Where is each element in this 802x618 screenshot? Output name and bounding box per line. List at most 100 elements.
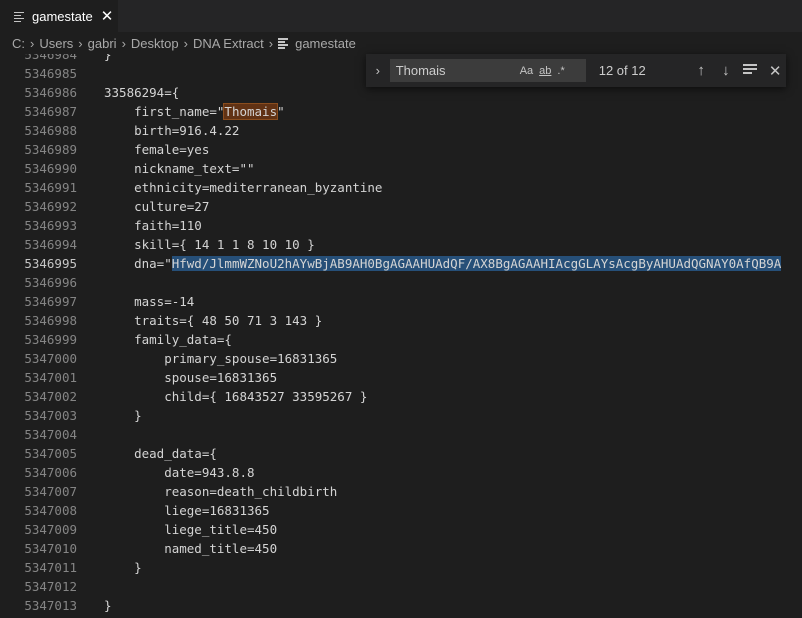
code-line[interactable]: 5347008 liege=16831365 xyxy=(0,501,802,520)
code-line[interactable]: 5346999 family_data={ xyxy=(0,330,802,349)
code-line[interactable]: 5347006 date=943.8.8 xyxy=(0,463,802,482)
code-line[interactable]: 5347002 child={ 16843527 33595267 } xyxy=(0,387,802,406)
code-segment: nickname_text="" xyxy=(104,161,255,176)
find-in-selection-icon[interactable] xyxy=(740,62,762,79)
code-text: reason=death_childbirth xyxy=(104,482,337,501)
arrow-up-icon[interactable]: ↑ xyxy=(690,62,712,79)
code-text: faith=110 xyxy=(104,216,202,235)
line-number: 5346998 xyxy=(24,313,77,328)
code-segment: } xyxy=(104,408,142,423)
code-line[interactable]: 5346995 dna="Hfwd/JlmmWZNoU2hAYwBjAB9AH0… xyxy=(0,254,802,273)
find-input[interactable] xyxy=(395,63,514,78)
code-line[interactable]: 5346990 nickname_text="" xyxy=(0,159,802,178)
breadcrumb-item-gabri[interactable]: gabri xyxy=(88,36,117,51)
tab-bar: gamestate ✕ xyxy=(0,0,802,32)
breadcrumb: C: › Users › gabri › Desktop › DNA Extra… xyxy=(0,32,802,54)
code-line[interactable]: 5346991 ethnicity=mediterranean_byzantin… xyxy=(0,178,802,197)
line-number: 5346994 xyxy=(24,237,77,252)
code-text: } xyxy=(104,558,142,577)
code-segment: skill={ 14 1 1 8 10 10 } xyxy=(104,237,315,252)
code-text: named_title=450 xyxy=(104,539,277,558)
code-line[interactable]: 5346994 skill={ 14 1 1 8 10 10 } xyxy=(0,235,802,254)
tab-gamestate[interactable]: gamestate ✕ xyxy=(0,0,118,32)
code-line[interactable]: 5347001 spouse=16831365 xyxy=(0,368,802,387)
line-number: 5347011 xyxy=(24,560,77,575)
regex-icon[interactable]: .* xyxy=(557,65,564,77)
code-text: } xyxy=(104,54,112,64)
code-text: } xyxy=(104,596,112,615)
line-number: 5346992 xyxy=(24,199,77,214)
code-line[interactable]: 5346993 faith=110 xyxy=(0,216,802,235)
file-lines-icon xyxy=(278,37,290,49)
code-segment: first_name=" xyxy=(104,104,225,119)
line-number: 5347007 xyxy=(24,484,77,499)
code-line[interactable]: 5347009 liege_title=450 xyxy=(0,520,802,539)
code-text: child={ 16843527 33595267 } xyxy=(104,387,367,406)
code-line[interactable]: 5347013} xyxy=(0,596,802,615)
code-segment: dna=" xyxy=(104,256,172,271)
line-number: 5346995 xyxy=(24,256,77,271)
line-number: 5346993 xyxy=(24,218,77,233)
code-segment: liege=16831365 xyxy=(104,503,270,518)
code-line[interactable]: 5347004 xyxy=(0,425,802,444)
code-line[interactable]: 5347003 } xyxy=(0,406,802,425)
line-number: 5347001 xyxy=(24,370,77,385)
code-line[interactable]: 5347012 xyxy=(0,577,802,596)
line-number: 5347009 xyxy=(24,522,77,537)
close-icon[interactable]: ✕ xyxy=(764,62,786,80)
breadcrumb-item-dna-extract[interactable]: DNA Extract xyxy=(193,36,264,51)
code-line[interactable]: 5347005 dead_data={ xyxy=(0,444,802,463)
search-match-highlight: Thomais xyxy=(223,103,279,120)
chevron-right-icon[interactable]: › xyxy=(368,63,388,78)
code-segment: culture=27 xyxy=(104,199,210,214)
breadcrumb-item-file[interactable]: gamestate xyxy=(295,36,356,51)
code-segment: faith=110 xyxy=(104,218,202,233)
arrow-down-icon[interactable]: ↓ xyxy=(715,62,737,79)
breadcrumb-item-users[interactable]: Users xyxy=(39,36,73,51)
code-text: traits={ 48 50 71 3 143 } xyxy=(104,311,322,330)
code-text: skill={ 14 1 1 8 10 10 } xyxy=(104,235,315,254)
code-line[interactable]: 5346988 birth=916.4.22 xyxy=(0,121,802,140)
line-number: 5347000 xyxy=(24,351,77,366)
code-text: spouse=16831365 xyxy=(104,368,277,387)
code-text: family_data={ xyxy=(104,330,232,349)
code-line[interactable]: 5347011 } xyxy=(0,558,802,577)
whole-word-icon[interactable]: ab xyxy=(539,65,551,77)
code-line[interactable]: 5347007 reason=death_childbirth xyxy=(0,482,802,501)
code-text: female=yes xyxy=(104,140,209,159)
find-input-box: Aa ab .* xyxy=(389,59,586,82)
code-line[interactable]: 5347010 named_title=450 xyxy=(0,539,802,558)
line-number: 5347008 xyxy=(24,503,77,518)
line-number: 5346997 xyxy=(24,294,77,309)
editor[interactable]: 5346984} 5346985 5346986 33586294={5346987 … xyxy=(0,54,802,618)
code-segment: spouse=16831365 xyxy=(104,370,278,385)
code-segment: liege_title=450 xyxy=(104,522,278,537)
code-line[interactable]: 5346996 xyxy=(0,273,802,292)
code-segment: family_data={ xyxy=(104,332,232,347)
close-tab-icon[interactable]: ✕ xyxy=(101,9,114,24)
code-segment: reason=death_childbirth xyxy=(104,484,338,499)
breadcrumb-item-drive[interactable]: C: xyxy=(12,36,25,51)
chevron-right-icon: › xyxy=(268,35,274,51)
code-line[interactable]: 5347000 primary_spouse=16831365 xyxy=(0,349,802,368)
chevron-right-icon: › xyxy=(78,35,83,51)
breadcrumb-item-desktop[interactable]: Desktop xyxy=(131,36,179,51)
match-case-icon[interactable]: Aa xyxy=(520,65,533,77)
line-number: 5346990 xyxy=(24,161,77,176)
code-segment: named_title=450 xyxy=(104,541,278,556)
code-line[interactable]: 5346989 female=yes xyxy=(0,140,802,159)
line-number: 5347004 xyxy=(24,427,77,442)
code-line[interactable]: 5346998 traits={ 48 50 71 3 143 } xyxy=(0,311,802,330)
code-segment: birth=916.4.22 xyxy=(104,123,240,138)
code-text: dna="Hfwd/JlmmWZNoU2hAYwBjAB9AH0BgAGAAHU… xyxy=(104,254,782,273)
code-text: first_name="Thomais" xyxy=(104,102,285,121)
code-text: liege_title=450 xyxy=(104,520,277,539)
line-number: 5347006 xyxy=(24,465,77,480)
code-segment: } xyxy=(104,560,142,575)
code-line[interactable]: 5346987 first_name="Thomais" xyxy=(0,102,802,121)
file-lines-icon xyxy=(14,11,26,23)
code-text: 33586294={ xyxy=(104,83,179,102)
code-segment: date=943.8.8 xyxy=(104,465,255,480)
code-line[interactable]: 5346997 mass=-14 xyxy=(0,292,802,311)
code-line[interactable]: 5346992 culture=27 xyxy=(0,197,802,216)
